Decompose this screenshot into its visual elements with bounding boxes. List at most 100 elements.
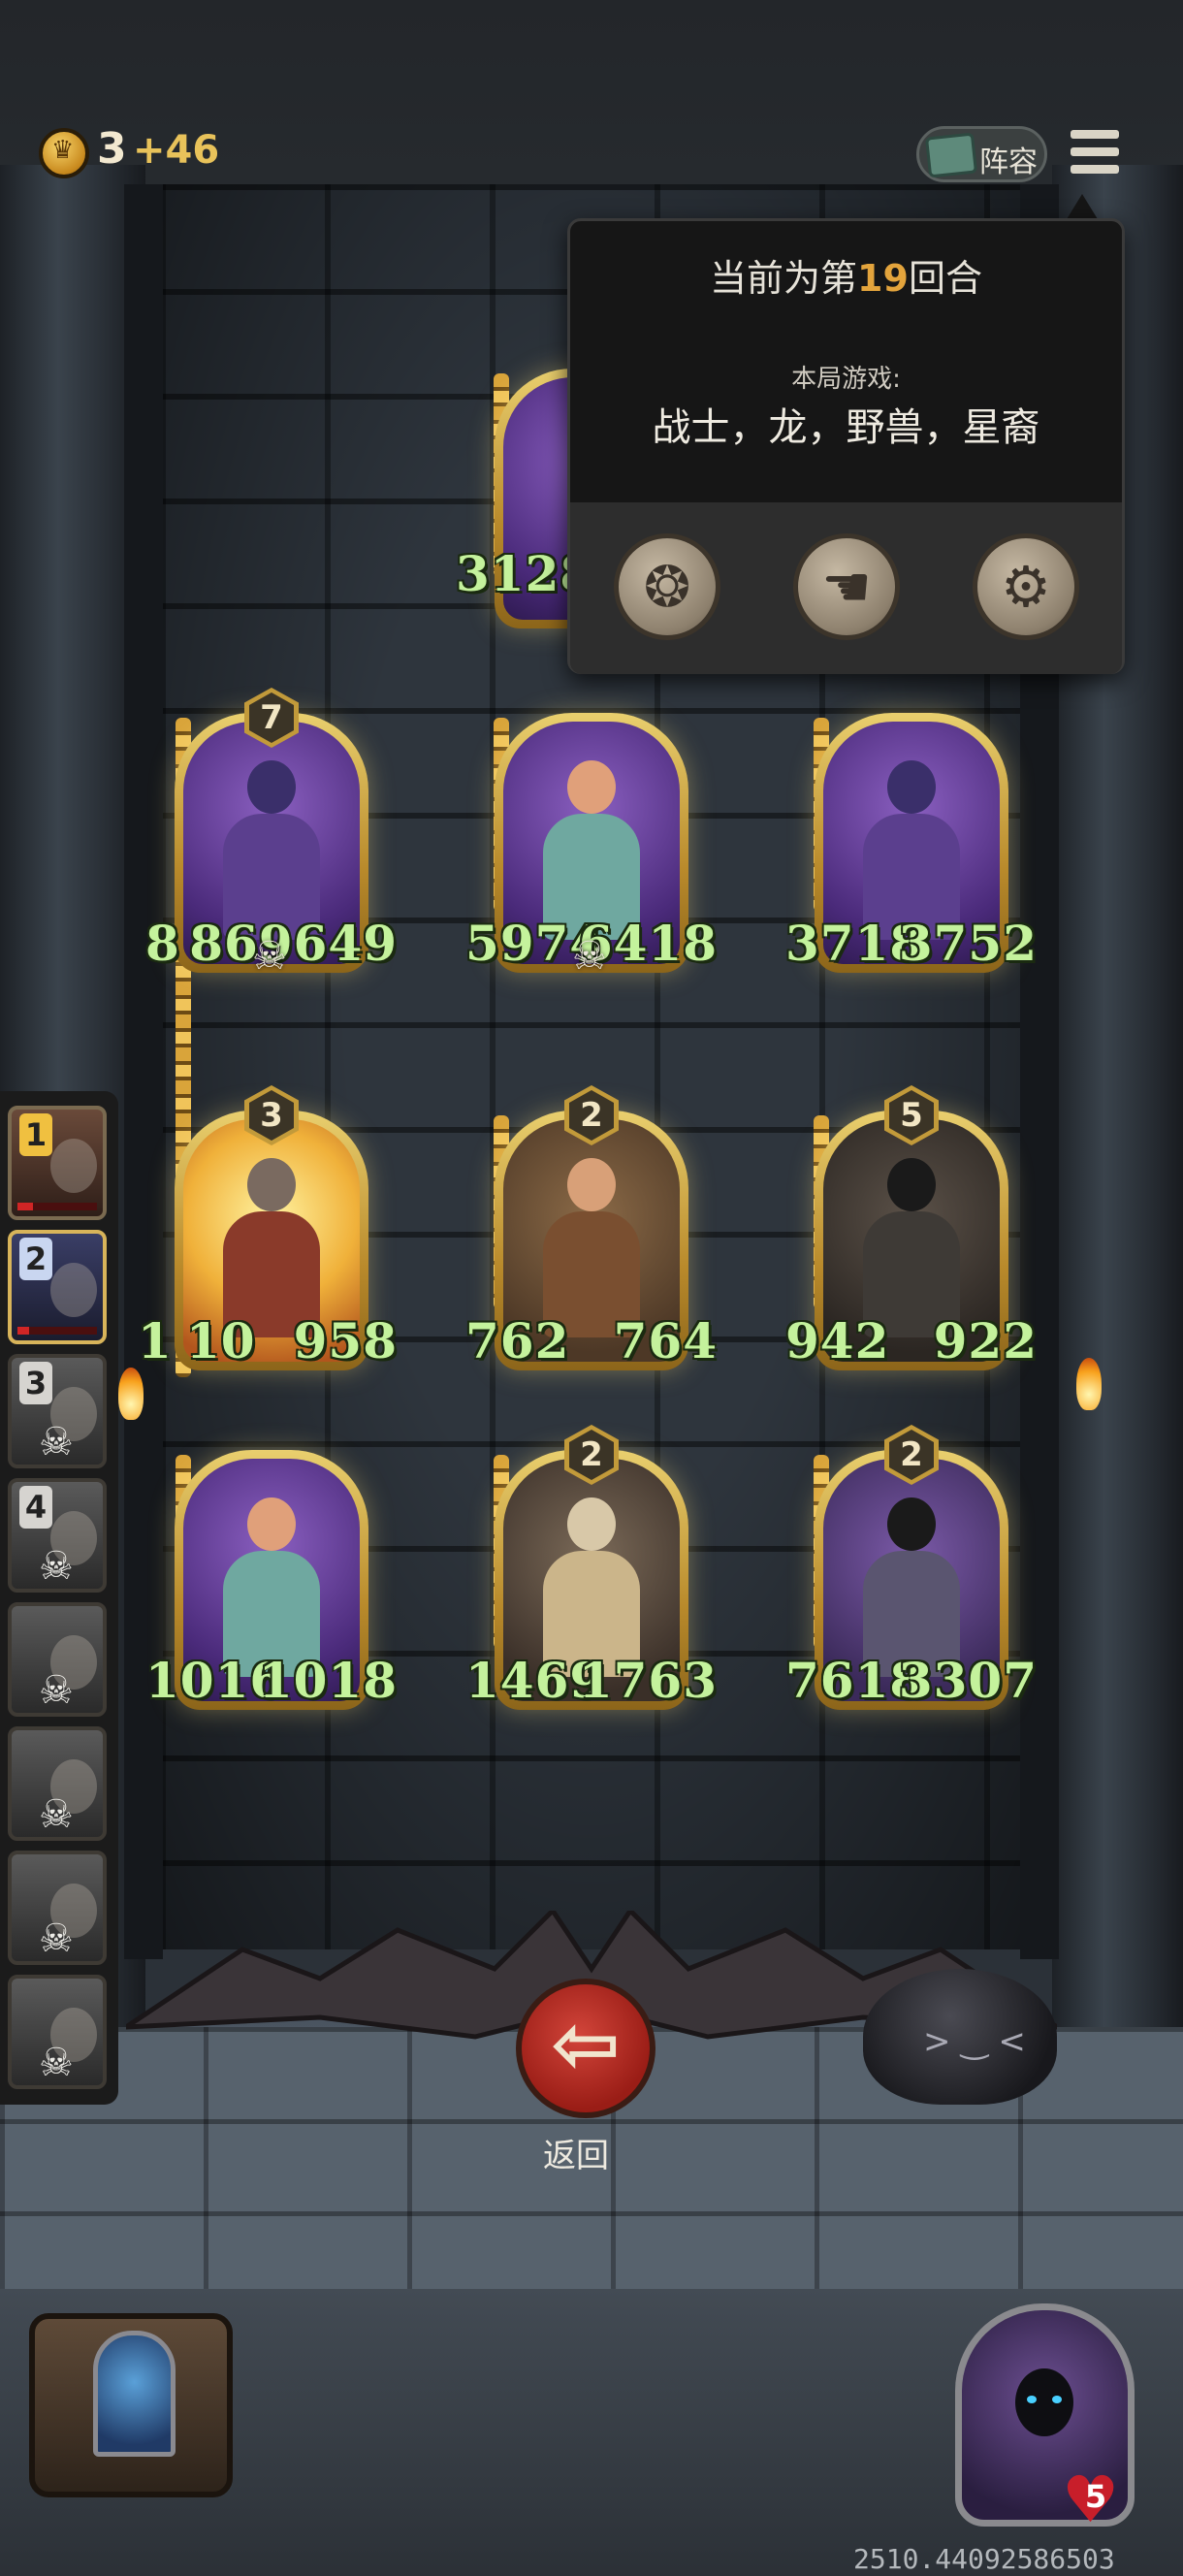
tier-number: 7 — [260, 698, 283, 737]
minion-attack: 762 — [465, 1312, 570, 1369]
minion-health: 1018 — [258, 1652, 398, 1709]
minion-figure — [533, 1497, 650, 1677]
opponent-slot[interactable]: ☠ — [8, 1602, 107, 1717]
minion-figure — [853, 1158, 970, 1337]
hero-health: ♥ 5 — [1062, 2468, 1130, 2532]
minion-head — [247, 1497, 296, 1551]
lineup-button[interactable]: 阵容 — [916, 126, 1047, 182]
minion-figure — [213, 1158, 330, 1337]
gear-icon: ⚙ — [1001, 554, 1051, 620]
skull-icon: ☠ — [572, 934, 607, 979]
slime-pet[interactable]: > ‿ < — [863, 1969, 1057, 2105]
tier-number: 5 — [900, 1096, 923, 1135]
minion-head — [567, 1497, 616, 1551]
opponent-slot[interactable]: ☠ — [8, 1975, 107, 2089]
hamburger-menu-icon — [1071, 147, 1119, 156]
rule-book-icon: ❂ — [643, 554, 691, 620]
skull-icon: ☠ — [39, 2041, 74, 2085]
lineup-label: 阵容 — [979, 145, 1038, 179]
skull-icon: ☠ — [252, 934, 287, 979]
minion-figure — [213, 1497, 330, 1677]
minion-card[interactable]: 2 7618 3307 — [785, 1425, 1037, 1710]
round-title-suffix: 回合 — [908, 257, 982, 300]
minion-attack: 942 — [785, 1312, 890, 1369]
skull-icon: ☠ — [39, 1544, 74, 1589]
minion-health: 3752 — [898, 915, 1038, 972]
opponent-rank: 2 — [19, 1238, 52, 1280]
rule-book-button[interactable]: ❂ — [614, 533, 720, 640]
minion-attack: 8 — [145, 915, 180, 972]
opponent-slot[interactable]: ☠ — [8, 1726, 107, 1841]
minion-health: 3307 — [898, 1652, 1038, 1709]
crown-coin-icon — [39, 128, 89, 178]
minion-figure — [533, 1158, 650, 1337]
settings-button[interactable]: ⚙ — [973, 533, 1079, 640]
opponent-avatar — [50, 1139, 97, 1193]
opponent-rank: 4 — [19, 1486, 52, 1529]
minion-head — [567, 760, 616, 814]
minion-figure — [853, 1497, 970, 1677]
debug-version: 2510.44092586503 — [853, 2543, 1115, 2575]
tavern-window — [93, 2331, 176, 2457]
minion-health: 869649 — [189, 915, 398, 972]
opponent-health-fill — [17, 1327, 30, 1335]
minion-card[interactable]: 2 1469 1763 — [465, 1425, 717, 1710]
torch-right-icon — [1076, 1358, 1102, 1410]
hero-eye — [1052, 2396, 1062, 2403]
round-number: 19 — [857, 257, 909, 300]
minion-card[interactable]: 3 1 10 958 — [138, 1085, 397, 1370]
slime-face: > ‿ < — [923, 2022, 1026, 2061]
minion-card[interactable]: 1016 1018 — [145, 1450, 397, 1710]
minion-health: 922 — [933, 1312, 1038, 1369]
minion-head — [247, 1158, 296, 1211]
game-tribes: 战士，龙，野兽，星裔 — [652, 405, 1040, 450]
minion-head — [247, 760, 296, 814]
skull-icon: ☠ — [39, 1420, 74, 1465]
tier-number: 2 — [580, 1096, 603, 1135]
gold-count: 3 — [97, 124, 127, 174]
minion-head — [567, 1158, 616, 1211]
minion-figure — [533, 760, 650, 940]
minion-figure — [853, 760, 970, 940]
minion-card[interactable]: 5 942 922 — [785, 1085, 1037, 1370]
minion-attack-overlay: 10 — [186, 1312, 256, 1369]
hero-face — [1015, 2368, 1073, 2436]
opponent-slot[interactable]: 2 — [8, 1230, 107, 1344]
tier-number: 2 — [580, 1435, 603, 1474]
opponent-slot[interactable]: 1 — [8, 1106, 107, 1220]
torch-left-icon — [118, 1368, 144, 1420]
opponent-rank: 3 — [19, 1362, 52, 1404]
game-tribes-label: 本局游戏: — [791, 365, 901, 394]
minion-health: 1763 — [578, 1652, 718, 1709]
opponent-rank: 1 — [19, 1113, 52, 1156]
opponent-slot[interactable]: ☠ — [8, 1851, 107, 1965]
book-card-icon — [924, 132, 978, 178]
round-title-prefix: 当前为第 — [710, 257, 858, 300]
opponent-slot[interactable]: 3 ☠ — [8, 1354, 107, 1468]
tavern-portrait[interactable] — [29, 2313, 233, 2497]
minion-card[interactable]: 2 762 764 — [465, 1085, 717, 1370]
gold-income: +46 — [133, 128, 220, 173]
skull-icon: ☠ — [39, 1916, 74, 1961]
minion-head — [887, 1158, 936, 1211]
hero-health-value: 5 — [1084, 2478, 1107, 2515]
menu-button[interactable] — [1067, 124, 1123, 180]
opponent-slot[interactable]: 4 ☠ — [8, 1478, 107, 1593]
hamburger-menu-icon — [1071, 165, 1119, 174]
popup-pointer — [1067, 194, 1098, 219]
minion-figure — [213, 760, 330, 940]
skull-icon: ☠ — [39, 1792, 74, 1837]
hero-eye — [1027, 2396, 1037, 2403]
round-title: 当前为第19回合 — [570, 248, 1122, 302]
minion-card[interactable]: 3718 3752 — [785, 713, 1037, 973]
emote-button[interactable]: ☚ — [793, 533, 900, 640]
back-button[interactable]: ⇦ — [516, 1979, 655, 2118]
minion-card[interactable]: 7 8 869649 ☠ — [145, 688, 397, 979]
game-scene: 3 +46 阵容 3128 7 8 869649 — [0, 0, 1183, 2576]
minion-card[interactable]: 5974 6418 ☠ — [465, 713, 717, 979]
emote-hand-icon: ☚ — [821, 554, 872, 620]
hamburger-menu-icon — [1071, 130, 1119, 139]
tier-number: 3 — [260, 1096, 283, 1135]
minion-attack: 1 — [138, 1312, 173, 1369]
opponent-health-bar — [17, 1327, 97, 1335]
